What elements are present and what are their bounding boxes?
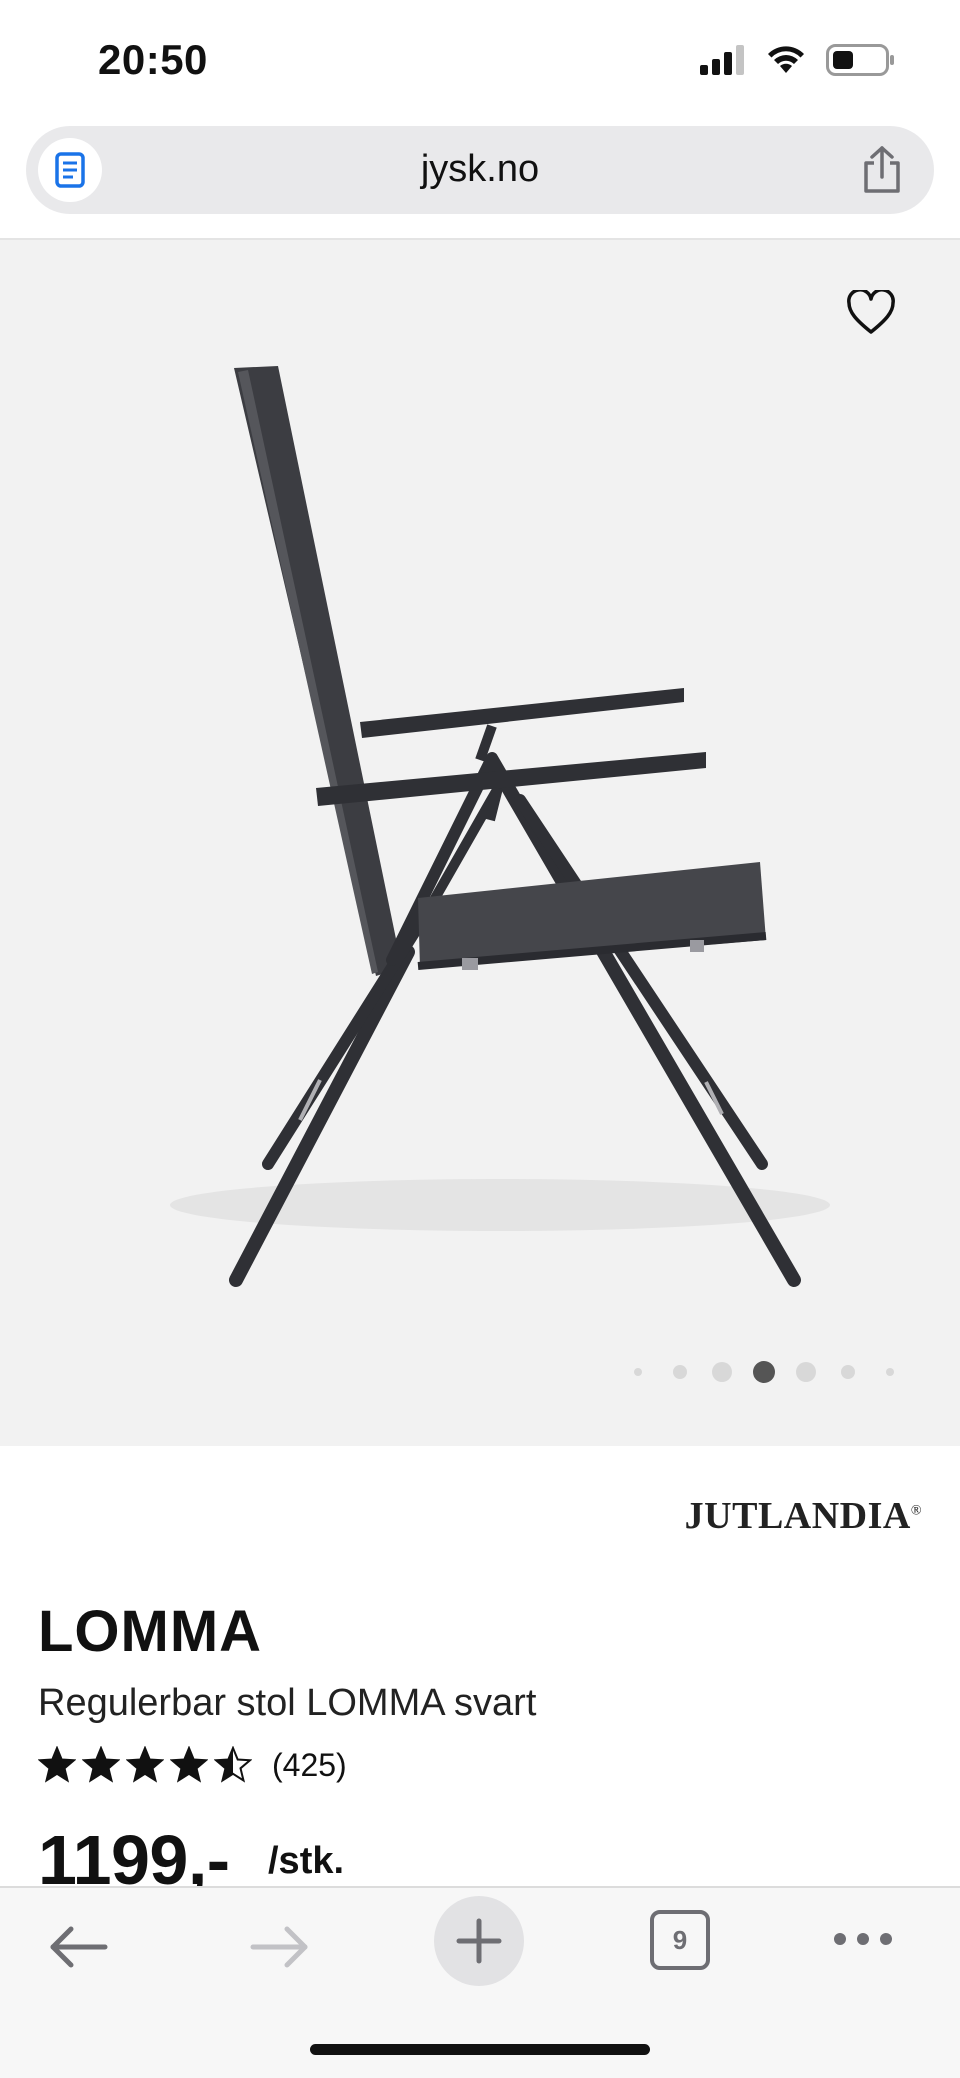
carousel-dot[interactable]	[796, 1362, 816, 1382]
status-time: 20:50	[98, 36, 208, 83]
carousel-dots[interactable]	[620, 1352, 920, 1392]
star-full-icon	[38, 1746, 76, 1783]
wifi-icon	[768, 46, 804, 73]
carousel-dot[interactable]	[673, 1365, 687, 1379]
share-icon	[864, 146, 900, 193]
product-subtitle: Regulerbar stol LOMMA svart	[38, 1682, 537, 1724]
forward-arrow-icon	[250, 1926, 308, 1968]
status-bar: 20:50	[0, 0, 960, 120]
carousel-dot[interactable]	[886, 1368, 894, 1376]
carousel-dot[interactable]	[712, 1362, 732, 1382]
product-title: LOMMA	[38, 1599, 263, 1664]
status-icons	[700, 44, 896, 76]
star-full-icon	[170, 1746, 208, 1783]
wishlist-heart-icon[interactable]	[846, 290, 896, 336]
product-image-chair	[170, 366, 830, 1287]
more-button[interactable]	[826, 1922, 900, 1956]
star-full-icon	[126, 1746, 164, 1783]
carousel-dot[interactable]	[634, 1368, 642, 1376]
product-image-carousel[interactable]	[0, 240, 960, 1446]
carousel-dot[interactable]	[841, 1365, 855, 1379]
back-button[interactable]	[42, 1910, 116, 1984]
star-half-icon	[214, 1746, 252, 1783]
star-full-icon	[82, 1746, 120, 1783]
address-bar[interactable]: jysk.no	[26, 126, 934, 214]
address-url[interactable]: jysk.no	[26, 148, 934, 191]
battery-icon	[826, 44, 894, 76]
cellular-signal-icon	[700, 45, 744, 75]
carousel-dot-active[interactable]	[753, 1361, 775, 1383]
more-dots-icon	[834, 1933, 892, 1945]
home-indicator	[310, 2044, 650, 2055]
share-button[interactable]	[858, 144, 906, 196]
product-rating[interactable]: (425)	[38, 1746, 347, 1784]
rating-stars	[38, 1746, 252, 1784]
brand-logo: JUTLANDIA®	[684, 1495, 922, 1537]
review-count[interactable]: (425)	[272, 1747, 347, 1784]
plus-icon	[456, 1918, 502, 1964]
price-unit: /stk.	[268, 1840, 345, 1882]
new-tab-button[interactable]	[434, 1896, 524, 1986]
back-arrow-icon	[50, 1926, 108, 1968]
tabs-button[interactable]: 9	[650, 1910, 710, 1970]
forward-button[interactable]	[242, 1910, 316, 1984]
